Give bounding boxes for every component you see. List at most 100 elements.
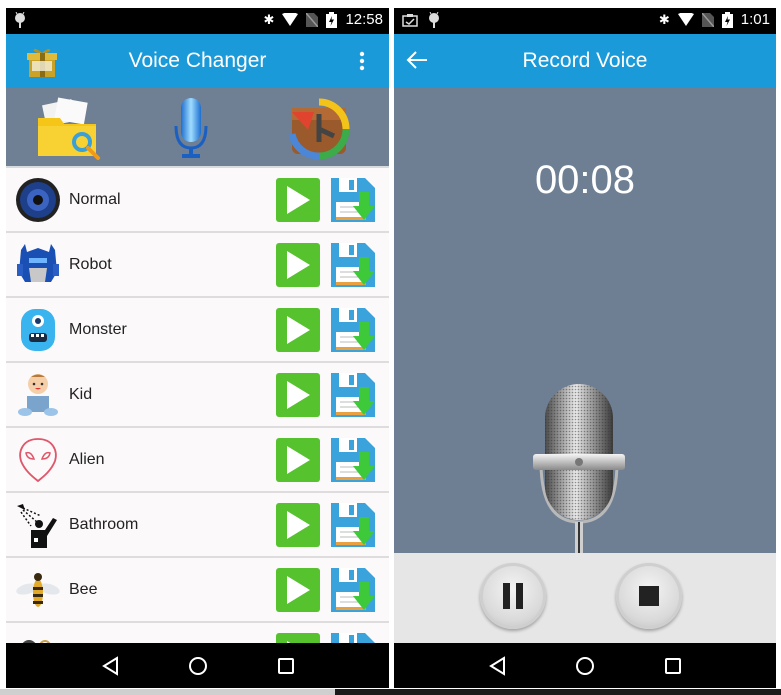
stop-icon [639, 586, 659, 606]
bottom-edge-dark [335, 689, 781, 695]
effect-label: Robot [69, 255, 112, 273]
toolbar [6, 88, 389, 168]
bee-icon [14, 566, 62, 614]
effect-row-robot[interactable]: Robot [6, 233, 389, 298]
play-button[interactable] [276, 307, 320, 352]
play-button[interactable] [276, 372, 320, 417]
alien-icon [14, 436, 62, 484]
app-bar: Record Voice [394, 34, 776, 88]
record-voice-screen: ✱ 1:01 Record Voice 00:08 [394, 8, 776, 688]
play-icon [287, 380, 310, 409]
wifi-icon [282, 13, 299, 26]
recording-timer: 00:08 [534, 158, 636, 202]
nav-back-icon[interactable] [488, 655, 506, 676]
play-icon [287, 250, 310, 279]
bluetooth-icon: ✱ [658, 11, 670, 27]
status-bar: ✱ 1:01 [394, 8, 776, 34]
play-icon [287, 510, 310, 539]
play-button[interactable] [276, 177, 320, 222]
effect-label: Normal [69, 190, 121, 208]
microphone-icon [533, 384, 625, 553]
play-button[interactable] [276, 632, 320, 643]
android-debug-icon [429, 12, 439, 28]
save-icon [331, 307, 375, 352]
effect-row-bathroom[interactable]: Bathroom [6, 493, 389, 558]
play-button[interactable] [276, 502, 320, 547]
battery-charging-icon [326, 11, 338, 28]
bluetooth-icon: ✱ [263, 11, 275, 27]
save-button[interactable] [331, 567, 375, 612]
voice-changer-screen: ✱ 12:58 Voice Changer Normal Robot Monst… [6, 8, 389, 688]
effect-label: Alien [69, 450, 105, 468]
record-button[interactable] [171, 96, 211, 162]
nav-back-icon[interactable] [101, 655, 119, 676]
effect-label: Monster [69, 320, 127, 338]
status-time: 12:58 [345, 11, 383, 28]
restore-icon [288, 98, 350, 160]
app-title: Voice Changer [128, 49, 267, 72]
pause-button[interactable] [480, 563, 546, 629]
save-button[interactable] [331, 372, 375, 417]
no-sim-icon [701, 12, 714, 27]
wifi-icon [677, 13, 694, 26]
recording-controls [394, 553, 776, 643]
nav-recents-icon[interactable] [277, 657, 295, 675]
play-icon [287, 445, 310, 474]
speaker-icon [14, 176, 62, 224]
battery-charging-icon [721, 11, 733, 28]
effects-list: Normal Robot Monster Kid Alien Bathroom … [6, 168, 389, 643]
stop-button[interactable] [616, 563, 682, 629]
robot-icon [14, 241, 62, 289]
effect-label: Kid [69, 385, 93, 403]
effect-row-partial[interactable] [6, 623, 389, 643]
nav-home-icon[interactable] [188, 656, 208, 676]
play-button[interactable] [276, 242, 320, 287]
play-button[interactable] [276, 567, 320, 612]
recording-area: 00:08 [394, 88, 776, 553]
folder-search-icon [38, 97, 100, 160]
effect-label: Bathroom [69, 515, 139, 533]
effect-row-bee[interactable]: Bee [6, 558, 389, 623]
baby-icon [14, 371, 62, 419]
nav-bar [394, 643, 776, 688]
effect-row-monster[interactable]: Monster [6, 298, 389, 363]
nav-recents-icon[interactable] [664, 657, 682, 675]
play-icon [287, 185, 310, 214]
pause-icon [503, 583, 523, 609]
save-icon [331, 372, 375, 417]
save-icon [331, 242, 375, 287]
bottom-edge-light [0, 689, 335, 695]
microphone-icon [174, 98, 208, 158]
save-button[interactable] [331, 177, 375, 222]
history-button[interactable] [284, 94, 354, 164]
effect-row-alien[interactable]: Alien [6, 428, 389, 493]
monster-icon [14, 306, 62, 354]
effect-row-normal[interactable]: Normal [6, 168, 389, 233]
save-button[interactable] [331, 242, 375, 287]
screenshot-icon [402, 14, 418, 27]
file-browser-button[interactable] [34, 96, 106, 162]
partial-icon [14, 631, 62, 643]
save-button[interactable] [331, 632, 375, 643]
no-sim-icon [306, 12, 319, 27]
play-icon [287, 575, 310, 604]
save-button[interactable] [331, 307, 375, 352]
save-icon [331, 437, 375, 482]
save-button[interactable] [331, 437, 375, 482]
android-debug-icon [15, 12, 25, 28]
save-button[interactable] [331, 502, 375, 547]
app-bar: Voice Changer [6, 34, 389, 88]
effect-row-kid[interactable]: Kid [6, 363, 389, 428]
overflow-menu-icon[interactable] [359, 51, 365, 71]
screen-title: Record Voice [522, 49, 648, 72]
nav-home-icon[interactable] [575, 656, 595, 676]
save-icon [331, 632, 375, 643]
save-icon [331, 567, 375, 612]
play-button[interactable] [276, 437, 320, 482]
status-time: 1:01 [740, 11, 770, 28]
status-bar: ✱ 12:58 [6, 8, 389, 34]
save-icon [331, 502, 375, 547]
effect-label: Bee [69, 580, 98, 598]
shower-icon [14, 501, 62, 549]
play-icon [287, 315, 310, 344]
